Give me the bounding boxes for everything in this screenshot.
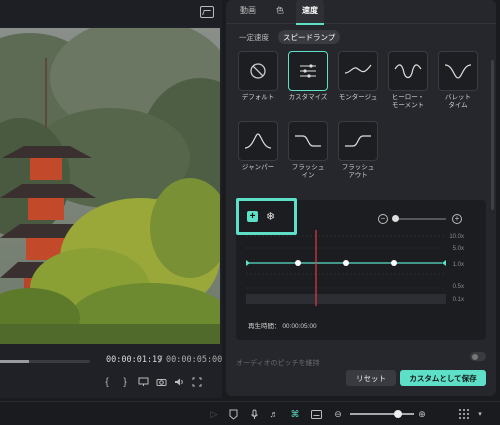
preview-header [0,0,222,26]
preset-customize[interactable]: カスタマイズ [286,51,330,102]
keep-audio-pitch-label: オーディオのピッチを維持 [236,360,320,367]
preset-label: フラッシュ イン [291,164,325,179]
zoom-out-timeline-icon[interactable]: ⊖ [332,408,344,420]
timecode-separator: / [158,355,164,365]
voiceover-icon[interactable]: ♬ [268,408,280,420]
freeze-frame-icon[interactable]: ❄ [266,210,275,223]
preset-bullet-time[interactable]: バレット タイム [436,51,480,110]
volume-icon[interactable] [170,374,188,390]
keep-audio-pitch-row: オーディオのピッチを維持 [236,352,486,367]
keyframe-point[interactable] [391,260,397,266]
chevron-down-icon[interactable]: ▾ [474,408,486,420]
properties-panel: 動画 色 速度 一定速度 スピードランプ デフォルト カスタマイズ モンタージュ… [226,0,496,396]
keyframe-point[interactable] [295,260,301,266]
preset-label: フラッシュ アウト [341,164,375,179]
keyframe-point[interactable] [343,260,349,266]
keep-audio-pitch-toggle[interactable] [470,352,486,361]
subtab-speed-ramping[interactable]: スピードランプ [278,30,341,44]
flash-out-curve-icon [338,121,378,161]
panel-scrollbar[interactable] [491,60,494,210]
total-timecode: 00:00:05:00 [166,355,223,365]
flash-in-curve-icon [288,121,328,161]
camera-icon[interactable] [152,374,170,390]
no-ramp-icon [238,51,278,91]
subtitle-icon[interactable] [310,408,322,420]
subtab-uniform-speed[interactable]: 一定速度 [234,30,274,44]
preset-flash-in[interactable]: フラッシュ イン [286,121,330,180]
zoom-out-icon[interactable]: − [378,214,388,224]
preset-montage[interactable]: モンタージュ [336,51,380,102]
preview-panel: 00:00:01:19 / 00:00:05:00 { } [0,0,222,398]
current-timecode: 00:00:01:19 [106,355,163,365]
playback-label: 再生時間： [248,323,281,330]
fullscreen-icon[interactable] [188,374,206,390]
sliders-icon [288,51,328,91]
preset-label: カスタマイズ [288,94,328,101]
preset-label: ヒーロー・ モーメント [391,94,425,109]
preview-controls: { } [98,374,206,390]
speed-mode-tabs: 一定速度 スピードランプ [234,30,341,44]
save-as-custom-button[interactable]: カスタムとして保存 [400,370,486,386]
layout-grid-icon[interactable] [458,408,470,420]
zoom-in-icon[interactable]: + [452,214,462,224]
montage-curve-icon [338,51,378,91]
preset-jumper[interactable]: ジャンパー [236,121,280,172]
tab-color[interactable]: 色 [276,5,284,16]
preset-label: バレット タイム [445,94,471,109]
y-tick-label: 5.0x [453,246,464,252]
snapshot-icon[interactable] [200,6,214,18]
playback-time: 00:00:05:00 [282,323,317,330]
mark-out-icon[interactable]: } [116,374,134,390]
ai-tool-icon[interactable]: ⌘ [289,408,301,420]
timeline-toolbar: ▷ ♬ ⌘ ⊖ ⊕ ▾ [0,401,500,425]
zoom-in-timeline-icon[interactable]: ⊕ [416,408,428,420]
speed-graph[interactable]: 10.0x 5.0x 1.0x 0.5x 0.1x [236,230,486,310]
y-tick-label: 10.0x [449,234,464,240]
property-tabs: 動画 色 速度 [226,0,496,25]
monitor-icon[interactable] [134,374,152,390]
microphone-icon[interactable] [248,408,260,420]
mark-in-icon[interactable]: { [98,374,116,390]
video-frame [0,28,220,344]
timeline-zoom-handle[interactable] [394,410,402,418]
reset-button[interactable]: リセット [346,370,396,386]
preset-label: デフォルト [241,94,275,101]
preset-label: モンタージュ [338,94,378,101]
preset-flash-out[interactable]: フラッシュ アウト [336,121,380,180]
tab-speed[interactable]: 速度 [302,5,318,16]
preset-default[interactable]: デフォルト [236,51,280,102]
marker-icon[interactable] [227,408,239,420]
app-window: 00:00:01:19 / 00:00:05:00 { } 動画 色 速度 一定… [0,0,500,425]
preset-label: ジャンパー [241,164,275,171]
add-keyframe-icon[interactable]: + [247,211,258,222]
y-tick-label: 0.5x [453,284,464,290]
zoom-slider-handle[interactable] [392,215,399,222]
playback-duration: 再生時間： 00:00:05:00 [248,320,317,330]
timeline-zoom-slider[interactable] [350,413,414,415]
y-tick-label: 0.1x [453,297,464,303]
tab-video[interactable]: 動画 [240,5,256,16]
preview-scrubber[interactable] [0,360,90,363]
play-icon[interactable]: ▷ [208,408,220,420]
preset-hero-moment[interactable]: ヒーロー・ モーメント [386,51,430,110]
scrubber-progress [0,360,29,363]
zoom-slider[interactable] [394,218,446,220]
y-tick-label: 1.0x [453,262,464,268]
speed-curve-editor: + ❄ − + 10.0x 5.0x 1.0x 0.5x 0.1x 再生時間： … [236,198,486,340]
bullet-time-curve-icon [438,51,478,91]
hero-moment-curve-icon [388,51,428,91]
jumper-curve-icon [238,121,278,161]
